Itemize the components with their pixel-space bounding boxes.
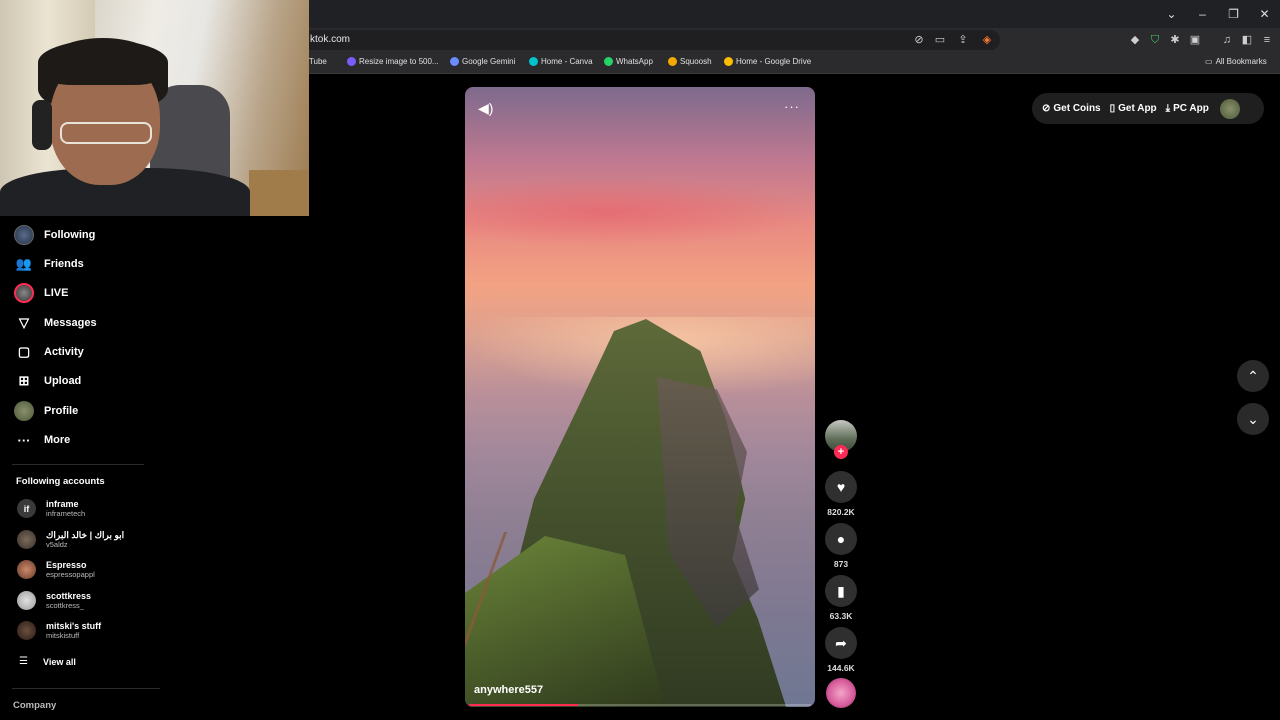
cast-icon[interactable]: ▭ — [933, 33, 947, 47]
restore-button[interactable]: ❐ — [1218, 7, 1249, 21]
upload-icon: ⊞ — [18, 373, 30, 388]
sidebar-divider — [12, 464, 144, 465]
coin-icon: ⊘ — [1042, 103, 1051, 114]
nav-following[interactable]: Following — [14, 224, 95, 246]
company-link[interactable]: Company — [13, 700, 56, 711]
video-author[interactable]: anywhere557 — [474, 684, 543, 696]
next-video-button[interactable]: ⌄ — [1237, 403, 1269, 435]
bookmark-google-drive[interactable]: Home - Google Drive — [724, 57, 811, 66]
account-avatar — [17, 530, 36, 549]
chevron-down-icon: ⌄ — [1247, 410, 1259, 427]
account-avatar — [17, 591, 36, 610]
account-avatar — [17, 560, 36, 579]
save-button[interactable]: ▮ — [825, 575, 857, 607]
music-disc-icon[interactable] — [826, 678, 856, 708]
bookmark-squoosh[interactable]: Squoosh — [668, 57, 712, 66]
folder-icon: ▭ — [1205, 57, 1213, 66]
account-item[interactable]: Espresso espressopappl — [17, 560, 95, 579]
sidebar-divider — [12, 688, 160, 689]
wallet-icon[interactable]: ▣ — [1188, 33, 1202, 47]
view-all-link[interactable]: ☰ View all — [19, 656, 76, 667]
phone-icon: ▯ — [1109, 103, 1116, 114]
resize-favicon-icon — [347, 57, 356, 66]
nav-friends[interactable]: 👥 Friends — [14, 253, 84, 275]
more-icon: ··· — [17, 432, 31, 448]
share-arrow-icon: ➦ — [835, 634, 847, 651]
share-button[interactable]: ➦ — [825, 627, 857, 659]
gemini-favicon-icon — [450, 57, 459, 66]
nav-live[interactable]: LIVE — [14, 282, 68, 304]
save-count: 63.3K — [829, 611, 853, 621]
get-app-button[interactable]: ▯ Get App — [1110, 103, 1157, 114]
video-player[interactable] — [465, 87, 815, 707]
all-bookmarks[interactable]: ▭ All Bookmarks — [1205, 57, 1267, 66]
no-tracking-icon[interactable]: ⊘ — [912, 33, 926, 47]
account-avatar: if — [17, 499, 36, 518]
messages-icon: ▽ — [19, 315, 29, 330]
video-more-icon[interactable]: ··· — [784, 99, 800, 114]
volume-icon[interactable]: ◀) — [478, 100, 493, 117]
minimize-button[interactable]: – — [1187, 7, 1218, 21]
account-item[interactable]: if inframe inframetech — [17, 499, 85, 518]
account-item[interactable]: ابو براك | خالد البراك v5aldz — [17, 530, 124, 549]
previous-video-button[interactable]: ⌃ — [1237, 360, 1269, 392]
squoosh-favicon-icon — [668, 57, 677, 66]
comment-count: 873 — [833, 559, 849, 569]
bookmark-whatsapp[interactable]: WhatsApp — [604, 57, 653, 66]
following-accounts-title: Following accounts — [16, 476, 105, 487]
tab-search-button[interactable]: ⌄ — [1156, 7, 1187, 21]
user-avatar[interactable] — [1219, 98, 1240, 119]
top-actions-bar: ⊘ Get Coins ▯ Get App ⤓ PC App — [1032, 93, 1264, 124]
heart-icon: ♥ — [836, 479, 846, 495]
bookmark-gemini[interactable]: Google Gemini — [450, 57, 515, 66]
extension-diamond-icon[interactable]: ◆ — [1128, 33, 1142, 47]
follow-plus-icon[interactable]: + — [834, 445, 848, 459]
like-count: 820.2K — [827, 507, 855, 517]
comment-button[interactable]: ● — [825, 523, 857, 555]
bookmark-resize[interactable]: Resize image to 500... — [347, 57, 439, 66]
share-icon[interactable]: ⇪ — [956, 33, 970, 47]
pc-app-button[interactable]: ⤓ PC App — [1166, 103, 1209, 114]
sidebar-toggle-icon[interactable]: ◧ — [1240, 33, 1254, 47]
canva-favicon-icon — [529, 57, 538, 66]
account-item[interactable]: mitski's stuff mitskistuff — [17, 621, 101, 640]
extensions-icon[interactable]: ✱ — [1168, 33, 1182, 47]
share-count: 144.6K — [827, 663, 855, 673]
address-bar[interactable] — [300, 30, 1000, 50]
menu-icon[interactable]: ≡ — [1260, 33, 1274, 47]
activity-icon: ▢ — [17, 344, 31, 359]
address-url: ktok.com — [310, 34, 351, 45]
like-button[interactable]: ♥ — [825, 471, 857, 503]
profile-avatar-icon — [14, 401, 34, 421]
chevron-up-icon: ⌃ — [1247, 367, 1259, 384]
account-item[interactable]: scottkress scottkress_ — [17, 591, 91, 610]
vpn-shield-icon[interactable]: ⛉ — [1148, 33, 1162, 47]
nav-profile[interactable]: Profile — [14, 400, 78, 422]
nav-more[interactable]: ··· More — [14, 429, 71, 451]
media-icon[interactable]: ♫ — [1220, 33, 1234, 47]
live-icon — [14, 283, 34, 303]
close-window-button[interactable]: ✕ — [1249, 7, 1280, 21]
account-avatar — [17, 621, 36, 640]
friends-icon: 👥 — [15, 256, 33, 271]
webcam-overlay — [0, 0, 309, 216]
window-controls: ⌄ – ❐ ✕ — [1156, 0, 1280, 28]
whatsapp-favicon-icon — [604, 57, 613, 66]
nav-activity[interactable]: ▢ Activity — [14, 341, 84, 363]
bookmark-icon: ▮ — [837, 582, 845, 599]
nav-upload[interactable]: ⊞ Upload — [14, 370, 82, 392]
nav-messages[interactable]: ▽ Messages — [14, 312, 97, 334]
download-icon: ⤓ — [1165, 103, 1171, 114]
comment-icon: ● — [836, 531, 846, 547]
bookmark-canva[interactable]: Home - Canva — [529, 57, 593, 66]
get-coins-button[interactable]: ⊘ Get Coins — [1042, 103, 1101, 114]
list-icon: ☰ — [19, 656, 28, 667]
brave-shield-icon[interactable]: ◈ — [980, 33, 994, 47]
video-progress-fill — [469, 704, 579, 706]
drive-favicon-icon — [724, 57, 733, 66]
following-avatar-icon — [14, 225, 34, 245]
